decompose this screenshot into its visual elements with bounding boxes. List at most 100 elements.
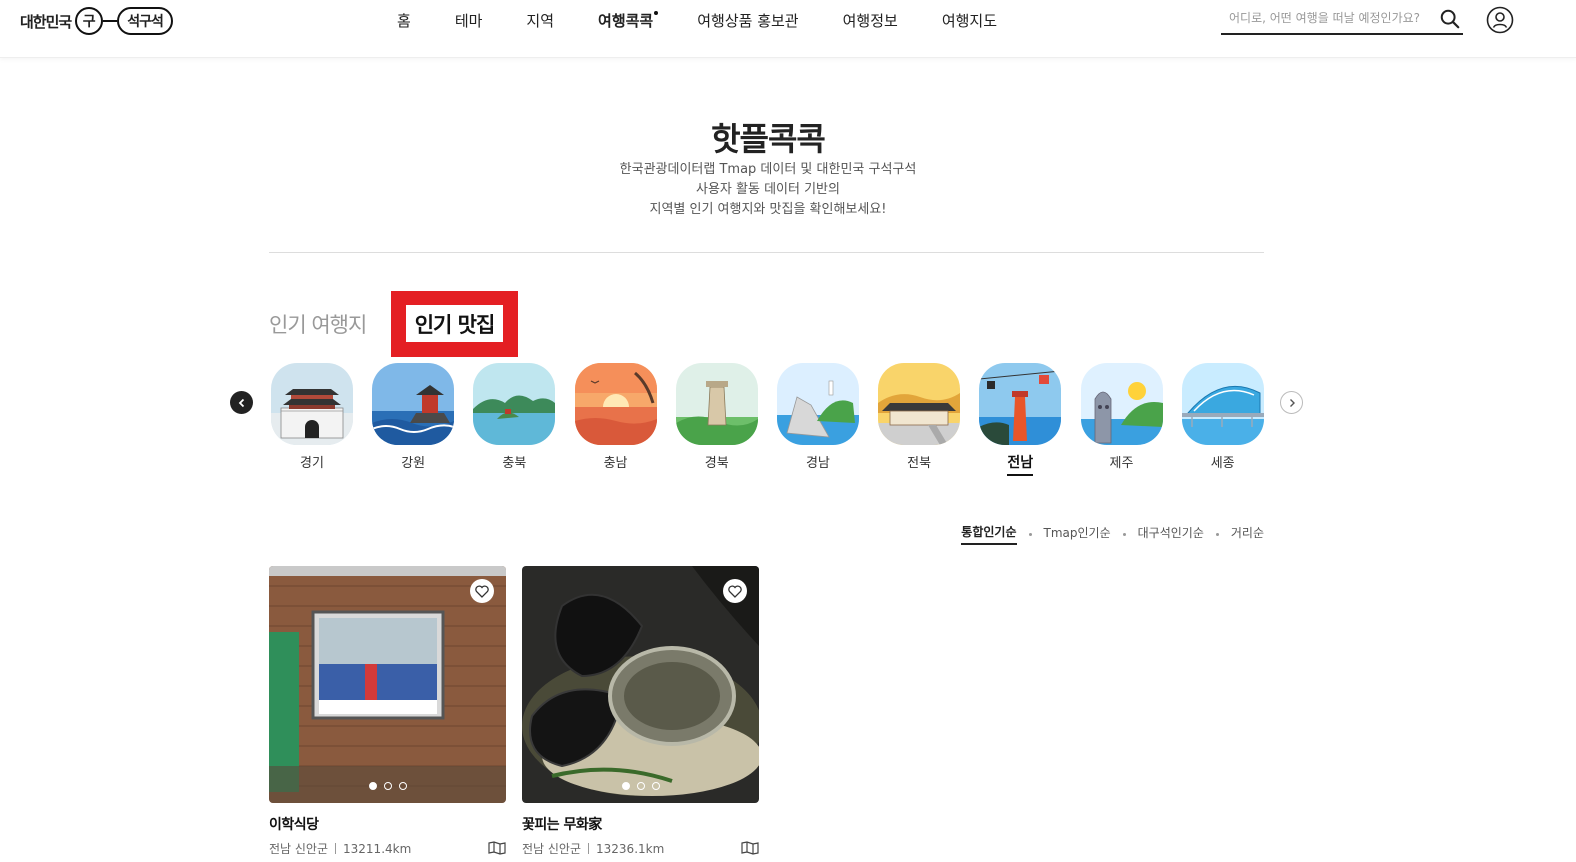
- region-label: 충남: [603, 456, 628, 471]
- region-label: 전남: [1007, 452, 1034, 476]
- user-icon[interactable]: [1486, 6, 1514, 34]
- sort-separator: [1215, 532, 1219, 536]
- pagination-dot[interactable]: [651, 782, 660, 790]
- seaside-pavilion-icon: [372, 363, 455, 445]
- map-icon[interactable]: [741, 841, 759, 855]
- nav-item-map[interactable]: 여행지도: [920, 10, 1019, 32]
- nav-item-info[interactable]: 여행정보: [821, 10, 920, 32]
- region-item-jeju[interactable]: 제주: [1080, 363, 1163, 476]
- restaurant-card[interactable]: 이학식당 전남 신안군 13211.4km: [269, 566, 506, 857]
- logo-pill: 석구석: [117, 7, 173, 35]
- sort-tmap[interactable]: Tmap인기순: [1044, 524, 1111, 544]
- desc-line-2: 사용자 활동 데이터 기반의: [696, 182, 840, 197]
- region-label: 제주: [1109, 456, 1134, 471]
- logo-line: [103, 20, 118, 22]
- meta-separator: [588, 843, 590, 854]
- divider: [269, 252, 1264, 253]
- restaurant-card[interactable]: 꽃피는 무화家 전남 신안군 13236.1km: [522, 566, 759, 857]
- restaurant-name[interactable]: 꽃피는 무화家: [522, 814, 759, 834]
- sort-options: 통합인기순 Tmap인기순 대구석인기순 거리순: [961, 523, 1264, 545]
- carousel-next-button[interactable]: [1280, 391, 1303, 414]
- region-label: 전북: [907, 456, 932, 471]
- rocky-coast-icon: [776, 363, 859, 445]
- site-header: 대한민국 구 석구석 홈 테마 지역 여행콕콕 여행상품 홍보관 여행정보 여행…: [0, 0, 1576, 58]
- tab-popular-food[interactable]: 인기 맛집: [406, 305, 503, 342]
- sort-integrated[interactable]: 통합인기순: [961, 523, 1017, 545]
- image-pagination: [522, 782, 759, 790]
- observatory-icon: [675, 363, 758, 445]
- chevron-right-icon: [1289, 398, 1295, 407]
- desc-line-3: 지역별 인기 여행지와 맛집을 확인해보세요!: [649, 202, 887, 217]
- sort-distance[interactable]: 거리순: [1231, 524, 1264, 544]
- region-item-jeonnam[interactable]: 전남: [979, 363, 1062, 476]
- restaurant-photo[interactable]: [269, 566, 506, 803]
- region-item-gyeonggi[interactable]: 경기: [271, 363, 353, 476]
- site-logo[interactable]: 대한민국 구 석구석: [20, 6, 173, 36]
- sort-separator: [1122, 532, 1126, 536]
- lake-island-icon: [473, 363, 556, 445]
- modern-bridge-icon: [1181, 363, 1264, 445]
- region-label: 경기: [300, 456, 324, 471]
- logo-mark: 구 석구석: [75, 7, 173, 35]
- stone-statue-icon: [1080, 363, 1163, 445]
- sort-separator: [1028, 532, 1032, 536]
- restaurant-region: 전남 신안군: [522, 842, 582, 856]
- sort-daeguseok[interactable]: 대구석인기순: [1138, 524, 1204, 544]
- brick-storefront-icon: [269, 566, 506, 803]
- region-item-chungnam[interactable]: 충남: [574, 363, 657, 476]
- region-label: 경남: [805, 456, 830, 471]
- sunset-sea-icon: [574, 363, 657, 445]
- logo-prefix: 대한민국: [20, 12, 72, 31]
- region-label: 세종: [1210, 456, 1235, 471]
- region-item-gangwon[interactable]: 강원: [372, 363, 455, 476]
- mussel-dish-icon: [522, 566, 759, 803]
- image-pagination: [269, 782, 506, 790]
- main-nav: 홈 테마 지역 여행콕콕 여행상품 홍보관 여행정보 여행지도: [375, 10, 1019, 32]
- pagination-dot[interactable]: [636, 782, 645, 790]
- favorite-button[interactable]: [723, 579, 747, 603]
- region-item-sejong[interactable]: 세종: [1181, 363, 1264, 476]
- restaurant-photo[interactable]: [522, 566, 759, 803]
- search-box: [1221, 4, 1463, 35]
- restaurant-distance: 13236.1km: [596, 841, 665, 856]
- region-item-gyeongbuk[interactable]: 경북: [675, 363, 758, 476]
- desc-line-1: 한국관광데이터랩 Tmap 데이터 및 대한민국 구석구석: [619, 162, 917, 177]
- search-input[interactable]: [1221, 4, 1431, 32]
- map-icon[interactable]: [488, 841, 506, 855]
- nav-item-product[interactable]: 여행상품 홍보관: [675, 10, 820, 32]
- hanok-village-icon: [878, 363, 961, 445]
- region-item-gyeongnam[interactable]: 경남: [776, 363, 859, 476]
- nav-item-home[interactable]: 홈: [375, 10, 433, 32]
- region-item-chungbuk[interactable]: 충북: [473, 363, 556, 476]
- nav-item-theme[interactable]: 테마: [433, 10, 505, 32]
- lighthouse-cablecar-icon: [979, 363, 1062, 445]
- nav-item-travel-kokkok[interactable]: 여행콕콕: [576, 10, 675, 32]
- pagination-dot[interactable]: [398, 782, 407, 790]
- heart-icon: [728, 584, 742, 598]
- page-description: 한국관광데이터랩 Tmap 데이터 및 대한민국 구석구석 사용자 활동 데이터…: [0, 160, 1536, 220]
- meta-separator: [335, 843, 337, 854]
- region-item-jeonbuk[interactable]: 전북: [878, 363, 961, 476]
- pagination-dot[interactable]: [383, 782, 392, 790]
- logo-circle: 구: [75, 7, 104, 35]
- pagination-dot[interactable]: [621, 782, 630, 790]
- region-label: 경북: [704, 456, 729, 471]
- search-icon[interactable]: [1439, 8, 1461, 30]
- restaurant-region: 전남 신안군: [269, 842, 329, 856]
- restaurant-distance: 13211.4km: [343, 841, 412, 856]
- heart-icon: [475, 584, 489, 598]
- nav-item-region[interactable]: 지역: [504, 10, 576, 32]
- favorite-button[interactable]: [470, 579, 494, 603]
- restaurant-meta: 전남 신안군 13211.4km: [269, 840, 506, 857]
- restaurant-meta: 전남 신안군 13236.1km: [522, 840, 759, 857]
- chevron-left-icon: [238, 398, 244, 407]
- pagination-dot[interactable]: [368, 782, 377, 790]
- region-label: 강원: [401, 456, 426, 471]
- fortress-gate-icon: [271, 363, 353, 445]
- restaurant-name[interactable]: 이학식당: [269, 814, 506, 834]
- region-label: 충북: [502, 456, 527, 471]
- carousel-prev-button[interactable]: [230, 391, 253, 414]
- page-title: 핫플콕콕: [711, 120, 826, 158]
- tab-popular-travel[interactable]: 인기 여행지: [269, 309, 367, 339]
- region-list: 경기 강원 충북 충남 경북 경남 전북 전남 제주 세종: [271, 363, 1283, 476]
